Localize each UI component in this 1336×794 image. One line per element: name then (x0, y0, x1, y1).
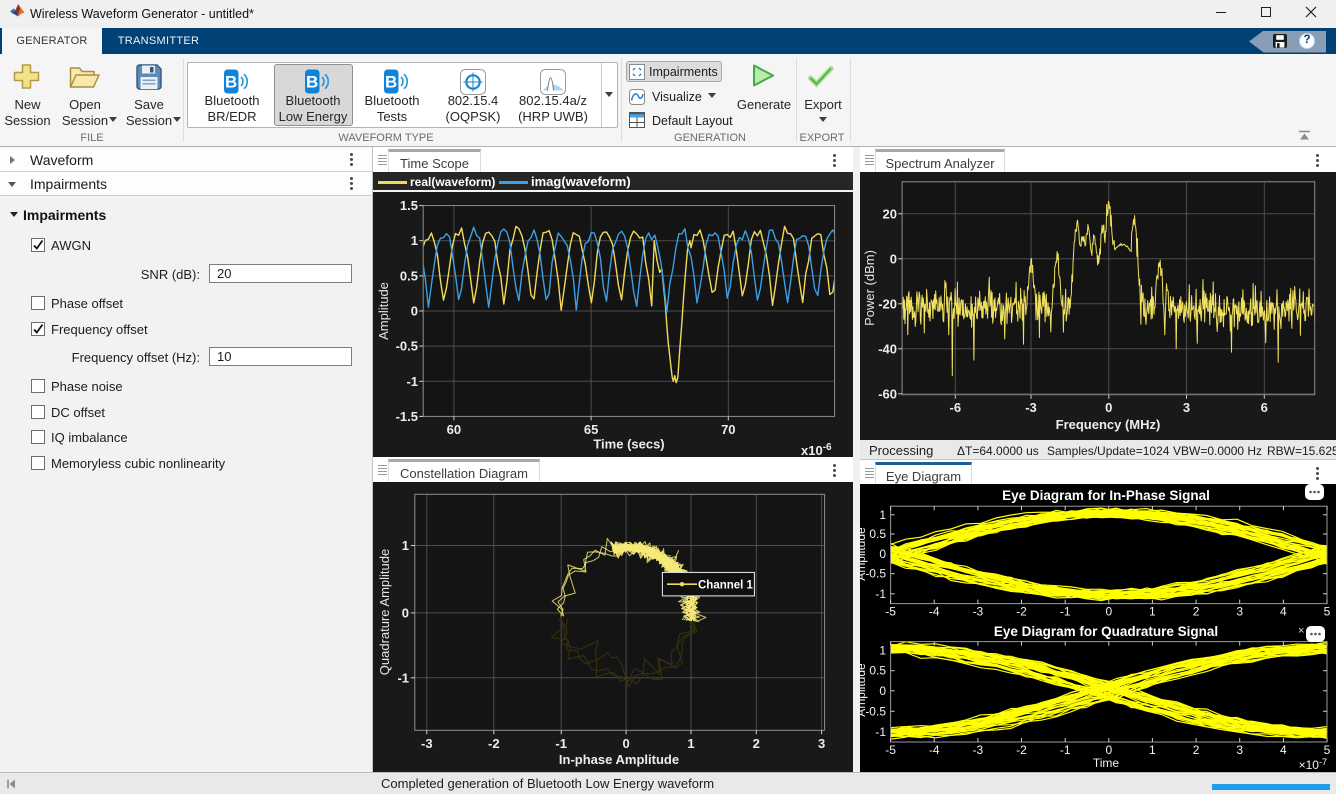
svg-text:Amplitude: Amplitude (376, 282, 391, 340)
svg-text:-1: -1 (397, 670, 409, 685)
svg-text:-3: -3 (1025, 400, 1037, 415)
svg-text:-3: -3 (973, 605, 984, 619)
svg-text:-0.5: -0.5 (865, 567, 886, 581)
svg-text:Eye Diagram for In-Phase Signa: Eye Diagram for In-Phase Signal (1002, 488, 1210, 503)
svg-text:Quadrature Amplitude: Quadrature Amplitude (377, 549, 392, 675)
svg-text:0.5: 0.5 (400, 268, 418, 283)
svg-text:3: 3 (1183, 400, 1190, 415)
svg-text:0: 0 (411, 304, 418, 319)
svg-text:20: 20 (883, 206, 897, 221)
svg-text:2: 2 (753, 736, 760, 751)
svg-text:-6: -6 (950, 400, 962, 415)
svg-text:Amplitude: Amplitude (860, 527, 868, 581)
svg-text:5: 5 (1324, 605, 1331, 619)
svg-text:5: 5 (1324, 743, 1331, 757)
svg-text:0: 0 (879, 684, 886, 698)
svg-text:1: 1 (879, 508, 886, 522)
svg-text:B: B (225, 73, 237, 92)
svg-text:4: 4 (1280, 743, 1287, 757)
svg-text:1: 1 (411, 233, 418, 248)
svg-text:-4: -4 (929, 743, 940, 757)
svg-text:0.5: 0.5 (869, 527, 886, 541)
svg-text:-2: -2 (1016, 743, 1027, 757)
svg-text:-0.5: -0.5 (865, 704, 886, 718)
svg-text:-1: -1 (1060, 605, 1071, 619)
svg-text:B: B (385, 73, 397, 92)
svg-text:1: 1 (402, 538, 409, 553)
svg-text:-3: -3 (421, 736, 433, 751)
svg-text:-5: -5 (885, 743, 896, 757)
svg-text:-1: -1 (555, 736, 567, 751)
svg-text:1.5: 1.5 (400, 198, 418, 213)
svg-text:0: 0 (402, 605, 409, 620)
svg-text:65: 65 (584, 422, 598, 437)
svg-text:-60: -60 (878, 386, 897, 401)
svg-text:6: 6 (1261, 400, 1268, 415)
svg-text:-4: -4 (929, 605, 940, 619)
svg-text:0: 0 (1105, 743, 1112, 757)
svg-text:2: 2 (1193, 605, 1200, 619)
svg-text:-2: -2 (1016, 605, 1027, 619)
svg-text:-0.5: -0.5 (396, 339, 418, 354)
svg-text:-40: -40 (878, 341, 897, 356)
svg-text:×: × (1298, 625, 1304, 637)
svg-text:1: 1 (879, 644, 886, 658)
svg-text:In-phase Amplitude: In-phase Amplitude (559, 752, 679, 767)
svg-text:1: 1 (687, 736, 694, 751)
svg-text:Time (secs): Time (secs) (593, 437, 664, 452)
svg-text:0: 0 (1105, 605, 1112, 619)
svg-text:-2: -2 (488, 736, 500, 751)
svg-text:Channel 1: Channel 1 (698, 580, 754, 592)
svg-text:-1: -1 (406, 374, 418, 389)
svg-text:0: 0 (1105, 400, 1112, 415)
svg-text:3: 3 (1236, 605, 1243, 619)
svg-text:-20: -20 (878, 296, 897, 311)
svg-text:2: 2 (1193, 743, 1200, 757)
svg-text:x10-6: x10-6 (801, 442, 832, 457)
svg-text:60: 60 (447, 422, 461, 437)
svg-text:4: 4 (1280, 605, 1287, 619)
svg-text:-1: -1 (1060, 743, 1071, 757)
svg-text:-1: -1 (875, 725, 886, 739)
svg-text:1: 1 (1149, 605, 1156, 619)
svg-text:70: 70 (721, 422, 735, 437)
svg-text:-1: -1 (875, 587, 886, 601)
svg-text:Amplitude: Amplitude (860, 663, 868, 717)
svg-text:0.5: 0.5 (869, 664, 886, 678)
svg-text:-3: -3 (973, 743, 984, 757)
svg-text:B: B (306, 73, 318, 92)
svg-text:-5: -5 (885, 605, 896, 619)
svg-text:-1.5: -1.5 (396, 409, 418, 424)
svg-text:Power (dBm): Power (dBm) (862, 250, 877, 326)
svg-text:0: 0 (890, 251, 897, 266)
svg-text:3: 3 (1236, 743, 1243, 757)
svg-text:1: 1 (1149, 743, 1156, 757)
svg-text:0: 0 (879, 547, 886, 561)
svg-text:Time: Time (1093, 756, 1120, 770)
svg-text:3: 3 (818, 736, 825, 751)
svg-text:0: 0 (622, 736, 629, 751)
svg-text:Eye Diagram for Quadrature Sig: Eye Diagram for Quadrature Signal (994, 624, 1218, 639)
svg-text:Frequency (MHz): Frequency (MHz) (1056, 417, 1161, 432)
